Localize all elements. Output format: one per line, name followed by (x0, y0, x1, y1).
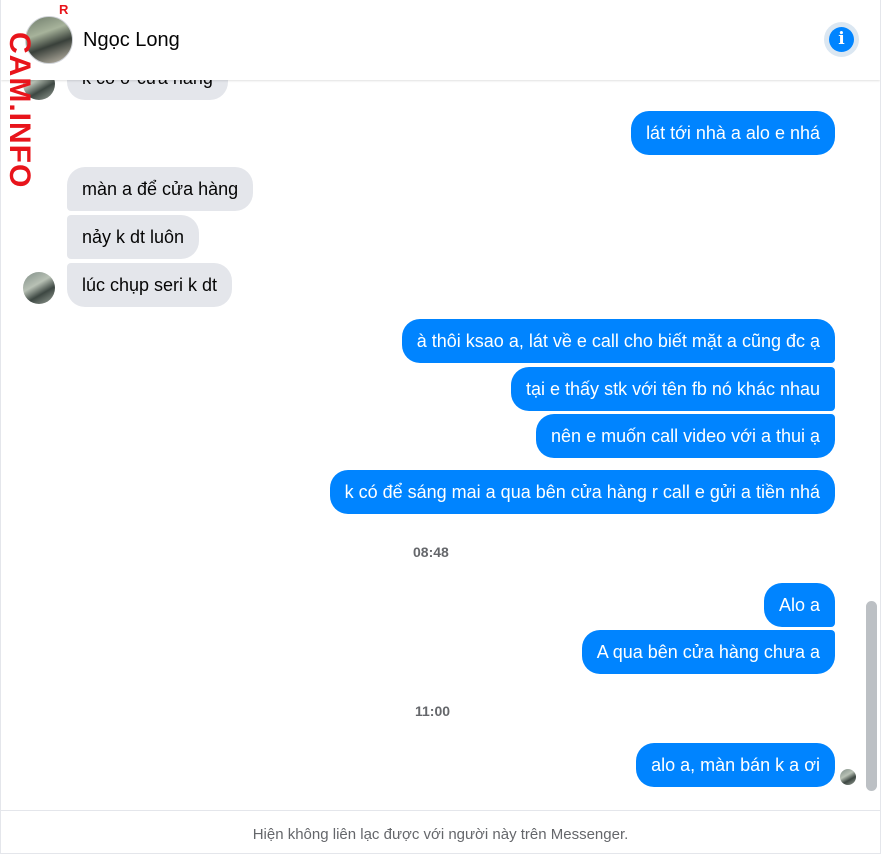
message-outgoing: tại e thấy stk với tên fb nó khác nhau (511, 367, 835, 411)
message-outgoing: lát tới nhà a alo e nhá (631, 111, 835, 155)
watermark-letter: R (59, 2, 69, 17)
message-incoming: lúc chụp seri k dt (67, 263, 233, 307)
message-incoming: nảy k dt luôn (67, 215, 200, 259)
contact-name[interactable]: Ngọc Long (83, 29, 180, 52)
chat-header: Ngọc Long i (1, 0, 880, 80)
info-icon: i (829, 27, 854, 52)
scrollbar-thumb[interactable] (866, 601, 877, 791)
message-outgoing: alo a, màn bán k a ơi (636, 743, 835, 787)
message-incoming: màn a để cửa hàng (67, 167, 254, 211)
seen-indicator-avatar (840, 769, 856, 785)
message-outgoing: A qua bên cửa hàng chưa a (581, 630, 835, 674)
message-outgoing: à thôi ksao a, lát về e call cho biết mặ… (401, 319, 835, 363)
chat-window: k có ở cửa hàng lát tới nhà a alo e nhá … (0, 0, 881, 854)
timestamp: 08:48 (413, 544, 449, 560)
timestamp: 11:00 (415, 703, 451, 719)
watermark-text: CAM.INFO (3, 32, 36, 189)
contact-avatar-small (23, 272, 55, 304)
info-button[interactable]: i (824, 22, 859, 57)
message-outgoing: nên e muốn call video với a thui ạ (536, 414, 835, 458)
message-outgoing: Alo a (763, 583, 835, 627)
message-outgoing: k có để sáng mai a qua bên cửa hàng r ca… (329, 470, 835, 514)
unavailable-notice: Hiện không liên lạc được với người này t… (1, 810, 880, 853)
